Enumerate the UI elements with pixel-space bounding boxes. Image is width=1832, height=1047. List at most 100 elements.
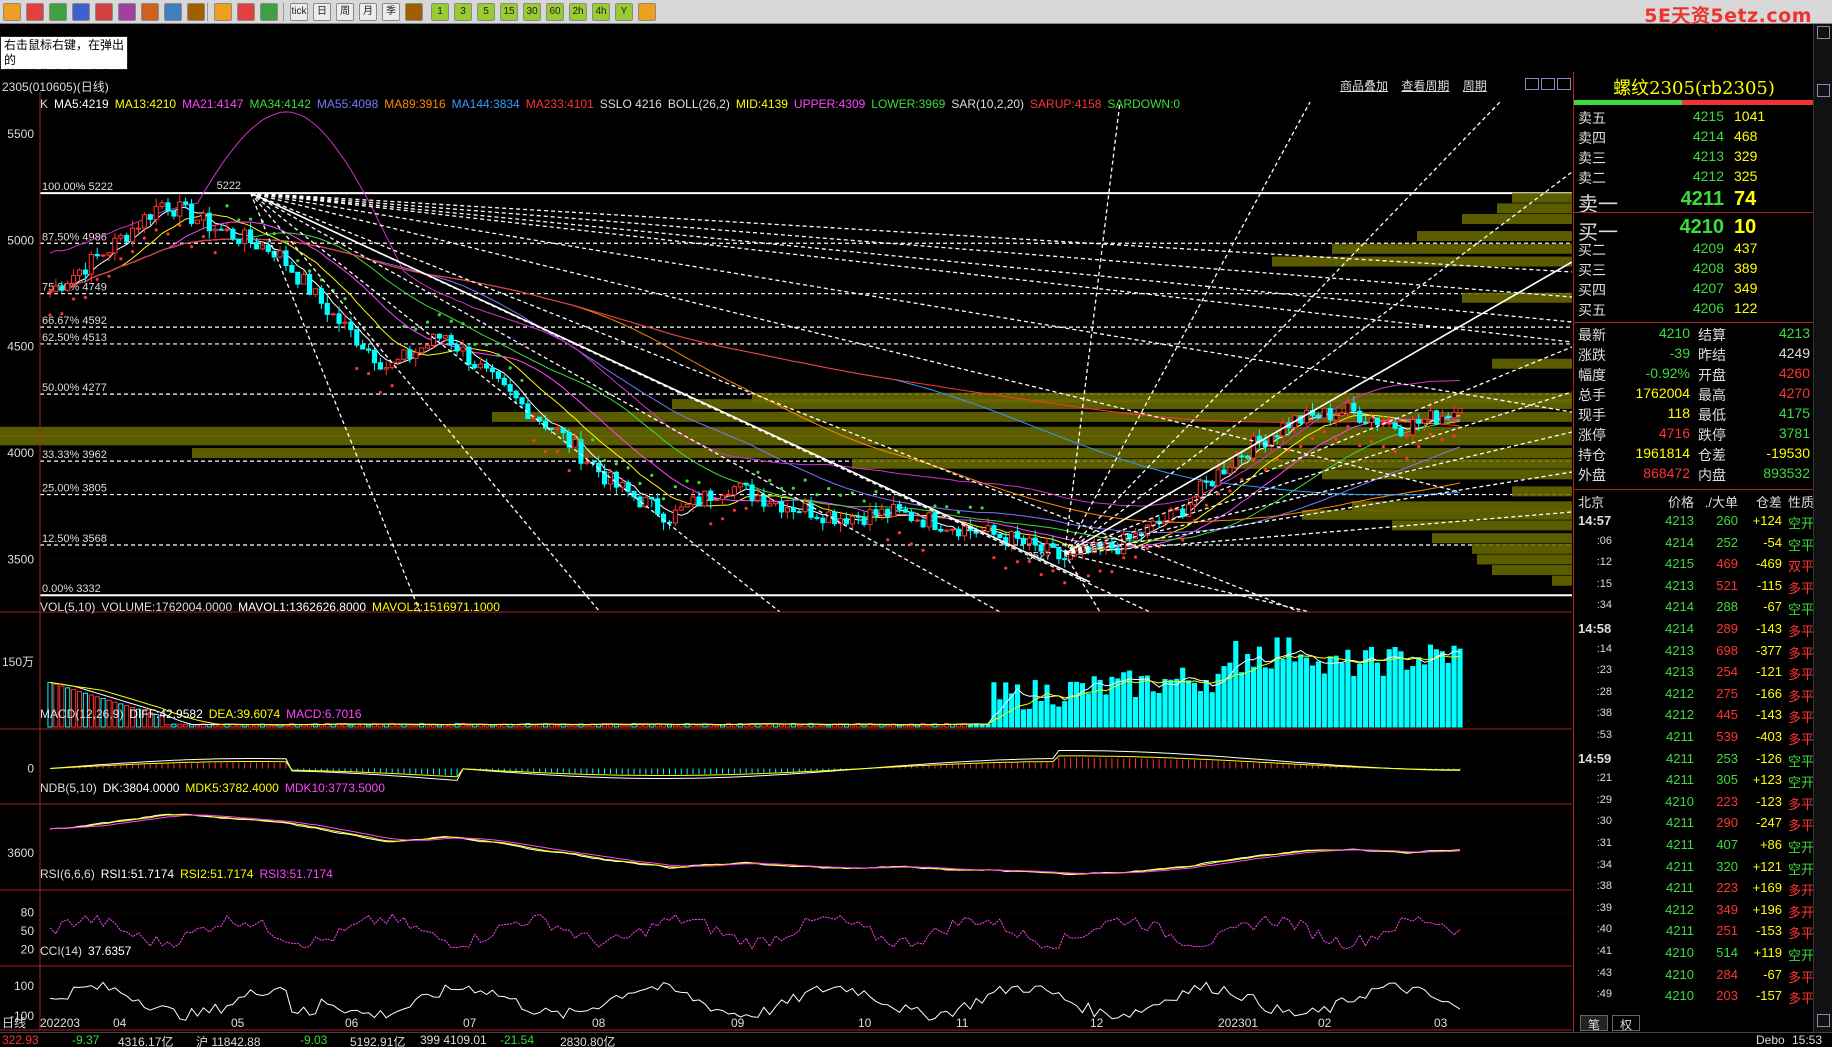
calc-icon[interactable] [638, 3, 656, 21]
candle-body [318, 288, 324, 304]
volume-bar [1186, 680, 1192, 728]
legend-item: MACD(12,26,9) [40, 707, 124, 721]
tick-price: 4214 [1665, 621, 1694, 636]
scroll-up-icon[interactable] [1817, 26, 1830, 39]
stat-label: 内盘 [1698, 467, 1726, 483]
bid-volume: 437 [1734, 240, 1758, 256]
p5-icon[interactable]: 5 [477, 3, 495, 21]
window-icon[interactable] [118, 3, 136, 21]
sar-dot [378, 390, 382, 395]
tick-icon[interactable]: tick [290, 3, 308, 21]
p4h-icon[interactable]: 4h [592, 3, 610, 21]
panel-toggle-icon[interactable] [1817, 84, 1830, 97]
candle-body [1203, 480, 1209, 483]
volume-bar [566, 724, 572, 728]
p30-icon[interactable]: 30 [523, 3, 541, 21]
volume-bar [1309, 665, 1316, 728]
sar-dot [602, 458, 607, 463]
x-axis-label: 202203 [40, 1016, 80, 1030]
candle-body [59, 285, 65, 291]
tick-price: 4214 [1665, 599, 1694, 615]
candle-body [1451, 411, 1457, 419]
ndb-line [49, 814, 1461, 874]
ask-price: 4214 [1692, 128, 1724, 144]
day-icon[interactable]: 日 [313, 3, 331, 21]
tick-time: :49 [1596, 988, 1612, 1001]
volume-bar [1351, 675, 1357, 728]
quarter-icon[interactable]: 季 [382, 3, 400, 21]
tick-volume: 698 [1716, 642, 1738, 658]
trend-icon[interactable] [260, 3, 278, 21]
volume-bar [1339, 662, 1345, 728]
candle-body [1339, 412, 1345, 417]
legend-item: UPPER:4309 [793, 97, 866, 111]
vertical-scrollbar[interactable] [1813, 24, 1832, 1032]
table-icon[interactable] [237, 3, 255, 21]
tick-oi-change: +124 [1752, 513, 1782, 528]
sar-dot [178, 223, 182, 227]
candle-body [65, 283, 71, 291]
p60-icon[interactable]: 60 [546, 3, 564, 21]
sar-dot [1063, 581, 1067, 585]
y-icon[interactable]: Y [615, 3, 633, 21]
candle-body [548, 427, 555, 430]
sar-dot [945, 505, 949, 509]
volume-profile-bar [192, 448, 1572, 459]
volume-bar [1103, 694, 1109, 728]
ph-icon[interactable]: 2h [569, 3, 587, 21]
stat-row: 涨跌 -39 昨结 4249 [1574, 345, 1814, 365]
candle-body [678, 506, 684, 511]
sar-dot [1192, 518, 1197, 523]
grid-icon[interactable] [214, 3, 232, 21]
macd-line [49, 750, 1461, 781]
folder-icon[interactable] [3, 3, 21, 21]
volume-bar [1050, 704, 1056, 728]
volume-bar [649, 724, 655, 728]
stat-value: 4716 [1658, 425, 1690, 441]
side-tab[interactable]: 笔 [1580, 1015, 1608, 1032]
stat-label: 总手 [1578, 387, 1606, 403]
sar-dot [1122, 556, 1126, 560]
eraser-icon[interactable] [164, 3, 182, 21]
candle-body [389, 361, 395, 369]
kline-chart[interactable]: 55005000450040003500100.00% 522287.50% 4… [0, 72, 1572, 1032]
tick-row: :34 4211 320 +121 空开 [1574, 859, 1814, 880]
zoom-icon[interactable] [95, 3, 113, 21]
p15-icon[interactable]: 15 [500, 3, 518, 21]
candle-body [466, 346, 472, 366]
tick-row: :30 4211 290 -247 多平 [1574, 815, 1814, 836]
tick-header-oi: 仓差 [1755, 495, 1782, 510]
sar-dot [1181, 538, 1185, 542]
pen-icon[interactable] [141, 3, 159, 21]
week-icon[interactable]: 周 [336, 3, 354, 21]
candle-body [1333, 415, 1339, 421]
fib-level-label: 12.50% 3568 [42, 533, 107, 545]
candle-body [489, 367, 496, 373]
sar-dot [815, 493, 819, 497]
picture-icon[interactable] [26, 3, 44, 21]
bid-price: 4206 [1692, 300, 1724, 316]
tick-header-type: 性质 [1787, 495, 1814, 510]
stat-value: 118 [1667, 405, 1690, 421]
refresh-icon[interactable] [49, 3, 67, 21]
p1-icon[interactable]: 1 [431, 3, 449, 21]
scroll-down-icon[interactable] [1817, 1014, 1830, 1027]
status-item: -21.54 [500, 1033, 535, 1047]
sar-dot [284, 240, 288, 244]
side-tab[interactable]: 权 [1612, 1015, 1640, 1032]
month-icon[interactable]: 月 [359, 3, 377, 21]
volume-profile-bar [1552, 575, 1572, 586]
tick-volume: 539 [1716, 729, 1738, 744]
stat-value: 4249 [1778, 345, 1810, 361]
filter-icon[interactable] [187, 3, 205, 21]
candle-body [867, 509, 873, 525]
sar-dot [1369, 439, 1374, 444]
candle-body [165, 202, 171, 212]
volume-bar [1221, 666, 1227, 728]
stat-row: 涨停 4716 跌停 3781 [1574, 425, 1814, 445]
search-icon[interactable] [72, 3, 90, 21]
x-icon[interactable] [405, 3, 423, 21]
ask-volume: 1041 [1734, 108, 1766, 124]
p3-icon[interactable]: 3 [454, 3, 472, 21]
candle-body [248, 229, 254, 244]
